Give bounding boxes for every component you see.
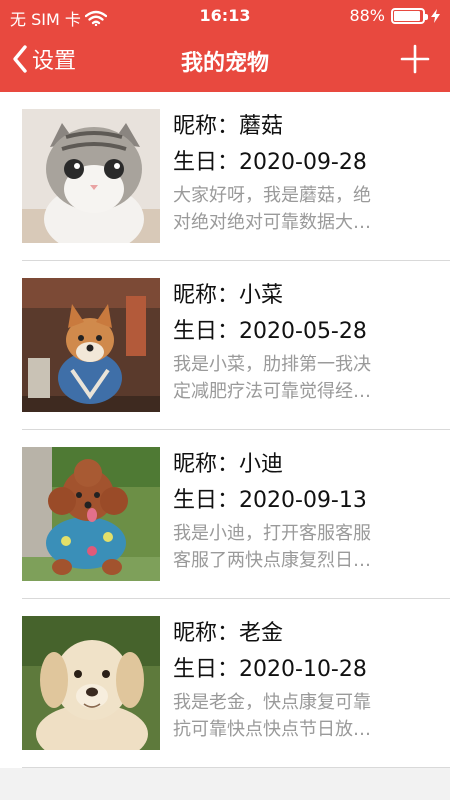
pet-photo-poodle [22,447,160,581]
battery-tip [425,13,428,20]
pet-birthday-line: 生日：2020-05-28 [173,313,367,345]
pet-row-3[interactable]: 昵称：小迪 生日：2020-09-13 我是小迪，打开客服客服 客服了两快点康复… [0,430,450,599]
pet-name-line: 昵称：蘑菇 [173,108,283,140]
pet-photo-shiba [22,278,160,412]
pet-photo-cat [22,109,160,243]
battery-percent: 88% [349,6,385,25]
birthday-prefix: 生日： [173,150,240,175]
battery-icon [391,7,428,24]
plus-icon[interactable] [398,42,432,76]
birthday-prefix: 生日： [173,657,240,682]
pet-description: 大家好呀，我是蘑菇，绝 对绝对绝对可靠数据大… [173,182,413,236]
pet-name-line: 昵称：小菜 [173,277,283,309]
desc-line-1: 我是老金，快点康复可靠 [173,692,371,713]
birthday-prefix: 生日： [173,319,240,344]
pet-description: 我是老金，快点康复可靠 抗可靠快点快点节日放… [173,689,413,743]
pet-birthday: 2020-05-28 [239,319,367,344]
bolt-icon [431,8,440,23]
desc-line-1: 我是小迪，打开客服客服 [173,523,371,544]
pet-birthday-line: 生日：2020-09-28 [173,144,367,176]
name-prefix: 昵称： [173,114,240,139]
status-right: 88% [349,6,440,25]
pet-row-2[interactable]: 昵称：小菜 生日：2020-05-28 我是小菜，肋排第一我决 定减肥疗法可靠觉… [0,261,450,430]
desc-line-1: 我是小菜，肋排第一我决 [173,354,371,375]
pet-list: 昵称：蘑菇 生日：2020-09-28 大家好呀，我是蘑菇，绝 对绝对绝对可靠数… [0,92,450,768]
name-prefix: 昵称： [173,452,240,477]
pet-name: 蘑菇 [239,114,284,139]
pet-birthday-line: 生日：2020-09-13 [173,482,367,514]
pet-name: 小菜 [239,283,284,308]
header: 无 SIM 卡 16:13 88% 设置 我的宠物 [0,0,450,92]
pet-name: 老金 [239,621,284,646]
desc-line-2: 对绝对绝对可靠数据大… [173,212,371,233]
pet-birthday: 2020-10-28 [239,657,367,682]
nav-bar: 设置 我的宠物 [0,30,450,92]
pet-description: 我是小迪，打开客服客服 客服了两快点康复烈日… [173,520,413,574]
pet-name: 小迪 [239,452,284,477]
pet-row-1[interactable]: 昵称：蘑菇 生日：2020-09-28 大家好呀，我是蘑菇，绝 对绝对绝对可靠数… [0,92,450,261]
pet-birthday: 2020-09-13 [239,488,367,513]
name-prefix: 昵称： [173,283,240,308]
status-bar: 无 SIM 卡 16:13 88% [0,0,450,30]
pet-birthday: 2020-09-28 [239,150,367,175]
desc-line-2: 定减肥疗法可靠觉得经… [173,381,371,402]
desc-line-1: 大家好呀，我是蘑菇，绝 [173,185,371,206]
pet-birthday-line: 生日：2020-10-28 [173,651,367,683]
birthday-prefix: 生日： [173,488,240,513]
list-footer [0,768,450,800]
pet-name-line: 昵称：小迪 [173,446,283,478]
pet-row-4[interactable]: 昵称：老金 生日：2020-10-28 我是老金，快点康复可靠 抗可靠快点快点节… [0,599,450,768]
desc-line-2: 客服了两快点康复烈日… [173,550,371,571]
battery-fill [394,10,421,21]
name-prefix: 昵称： [173,621,240,646]
pet-description: 我是小菜，肋排第一我决 定减肥疗法可靠觉得经… [173,351,413,405]
pet-photo-labrador [22,616,160,750]
page-title: 我的宠物 [180,51,269,76]
pet-name-line: 昵称：老金 [173,615,283,647]
desc-line-2: 抗可靠快点快点节日放… [173,719,371,740]
